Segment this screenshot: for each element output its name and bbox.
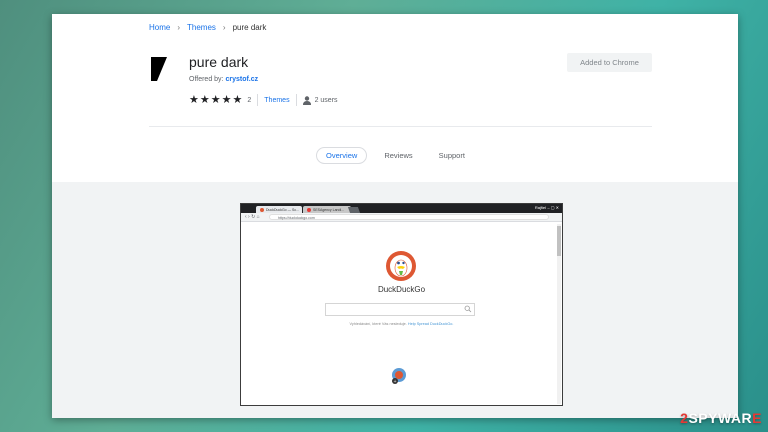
divider [149, 126, 652, 127]
star-icon: ★ [210, 94, 221, 106]
duckduckgo-favicon-icon [260, 207, 264, 212]
watermark-logo: 2SPYWARE [680, 410, 762, 426]
offered-by: Offered by: crystof.cz [189, 76, 258, 83]
star-icon: ★ [199, 94, 210, 106]
chrome-web-store-window: Home › Themes › pure dark pure dark Offe… [52, 14, 738, 418]
browser-tab: DuckDuckGo — Sc... [256, 206, 302, 213]
duckduckgo-logo-icon [386, 251, 416, 281]
divider [257, 94, 259, 106]
tagline-text: Vyhledávání, které Vás nesleduje. [349, 322, 407, 326]
star-icon: ★ [189, 94, 199, 106]
tab-reviews[interactable]: Reviews [375, 147, 421, 164]
rating-count[interactable]: 2 [247, 97, 251, 104]
search-icon [464, 305, 472, 313]
added-to-chrome-button[interactable]: Added to Chrome [567, 53, 652, 72]
extension-logo-icon [151, 57, 167, 81]
category-link[interactable]: Themes [264, 97, 289, 104]
star-icon: ★ [221, 94, 232, 106]
scrollbar-thumb [557, 226, 561, 256]
site-favicon-icon [307, 207, 311, 212]
breadcrumb-home-link[interactable]: Home [149, 23, 170, 32]
screenshot-gallery: DuckDuckGo — Sc... SESAgency Landi... Ra… [52, 182, 738, 418]
profile-name: Rajfiel [534, 205, 546, 210]
browser-tabbar: DuckDuckGo — Sc... SESAgency Landi... Ra… [241, 204, 562, 213]
breadcrumb: Home › Themes › pure dark [149, 23, 266, 32]
tab-overview[interactable]: Overview [316, 147, 368, 164]
browser-toolbar: ‹ › ↻ ⌂ https://duckduckgo.com [241, 213, 562, 222]
duckduckgo-mascot-icon: + [392, 368, 406, 384]
tab-support[interactable]: Support [430, 147, 474, 164]
breadcrumb-current: pure dark [232, 23, 267, 32]
browser-tab-title: DuckDuckGo — Sc... [266, 207, 300, 212]
tagline-link: Help Spread DuckDuckGo. [407, 322, 454, 326]
breadcrumb-themes-link[interactable]: Themes [187, 23, 216, 32]
publisher-link[interactable]: crystof.cz [225, 76, 258, 83]
duckduckgo-brand-name: DuckDuckGo [377, 285, 426, 294]
offered-by-label: Offered by: [189, 76, 224, 83]
tagline: Vyhledávání, které Vás nesleduje. Help S… [241, 322, 562, 326]
svg-text:+: + [393, 379, 396, 384]
extension-title: pure dark [189, 54, 249, 70]
detail-tabs: Overview Reviews Support [52, 147, 738, 164]
navigation-icons: ‹ › ↻ ⌂ [245, 214, 260, 220]
user-count: 2 users [314, 96, 338, 104]
divider [295, 94, 297, 106]
chevron-right-icon: › [222, 23, 226, 32]
rating-stars[interactable]: ★ ★ ★ ★ ★ [189, 94, 242, 106]
chevron-right-icon: › [177, 23, 181, 32]
meta-row: ★ ★ ★ ★ ★ 2 Themes 2 users [189, 94, 338, 106]
star-icon: ★ [232, 94, 243, 106]
browser-tab-title: SESAgency Landi... [313, 207, 345, 212]
address-bar: https://duckduckgo.com [269, 214, 549, 220]
preview-screenshot[interactable]: DuckDuckGo — Sc... SESAgency Landi... Ra… [240, 203, 563, 406]
window-controls-icon: – ▢ ✕ [547, 205, 559, 210]
search-input [325, 303, 475, 316]
browser-tab: SESAgency Landi... [303, 206, 351, 213]
user-icon [302, 95, 311, 105]
